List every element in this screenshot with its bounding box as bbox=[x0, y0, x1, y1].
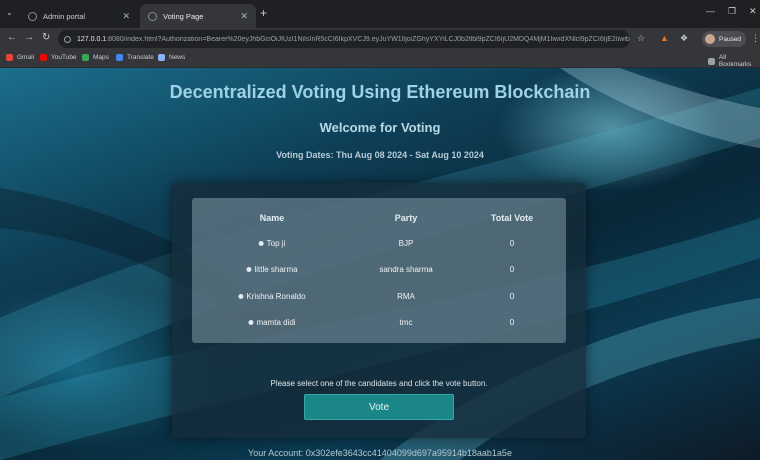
news-icon bbox=[158, 54, 165, 61]
radio-bullet-icon[interactable] bbox=[246, 267, 252, 272]
avatar bbox=[705, 34, 715, 44]
bookmark-label: News bbox=[169, 54, 186, 61]
globe-icon bbox=[28, 11, 37, 21]
back-icon[interactable]: ← bbox=[7, 32, 17, 43]
page-title: Decentralized Voting Using Ethereum Bloc… bbox=[169, 82, 591, 102]
bookmark-maps[interactable]: Maps bbox=[82, 54, 109, 61]
tab-title: Voting Page bbox=[163, 11, 204, 21]
bookmark-news[interactable]: News bbox=[158, 54, 185, 61]
forward-icon[interactable]: → bbox=[24, 32, 34, 43]
candidate-party: sandra sharma bbox=[379, 265, 433, 274]
bookmark-label: Maps bbox=[93, 54, 109, 61]
candidate-name-text: mamta didi bbox=[256, 318, 296, 327]
address-bar[interactable]: 127.0.0.1 :8080/index.html?Authorization… bbox=[58, 30, 630, 48]
close-tab-icon[interactable]: ✕ bbox=[240, 11, 248, 22]
new-tab-button[interactable]: + bbox=[260, 6, 267, 20]
close-window-icon[interactable]: ✕ bbox=[749, 6, 757, 17]
page-subtitle: Welcome for Voting bbox=[319, 120, 441, 135]
all-bookmarks-label: All Bookmarks bbox=[718, 54, 752, 68]
browser-tab-strip: ⌄ Admin portal ✕ Voting Page ✕ + — ❐ ✕ bbox=[0, 0, 760, 28]
address-host: 127.0.0.1 bbox=[77, 35, 107, 43]
candidate-name-text: Top ji bbox=[266, 239, 286, 248]
radio-bullet-icon[interactable] bbox=[258, 241, 264, 246]
metamask-extension-icon[interactable]: ▲ bbox=[660, 33, 669, 43]
reload-icon[interactable]: ↻ bbox=[42, 32, 50, 43]
bookmark-label: Translate bbox=[127, 54, 154, 61]
account-address: Your Account: 0x302efe3643cc41404099d697… bbox=[248, 448, 512, 458]
bookmark-translate[interactable]: Translate bbox=[116, 54, 154, 61]
youtube-icon bbox=[40, 54, 47, 61]
vote-button[interactable]: Vote bbox=[304, 394, 454, 420]
candidate-party: RMA bbox=[397, 292, 415, 301]
candidate-name-text: Krishna Ronaldo bbox=[246, 292, 306, 301]
radio-bullet-icon[interactable] bbox=[248, 320, 254, 325]
gmail-icon bbox=[6, 54, 13, 61]
radio-bullet-icon[interactable] bbox=[238, 294, 244, 299]
folder-icon bbox=[708, 57, 715, 65]
close-tab-icon[interactable]: ✕ bbox=[122, 11, 130, 22]
minimize-icon[interactable]: — bbox=[706, 6, 715, 16]
candidate-votes: 0 bbox=[509, 318, 515, 327]
site-info-icon[interactable] bbox=[64, 35, 71, 43]
maps-icon bbox=[82, 54, 89, 61]
column-header-name: Name bbox=[259, 213, 285, 223]
candidate-votes: 0 bbox=[509, 239, 515, 248]
candidate-name[interactable]: little sharma bbox=[246, 265, 298, 274]
voting-panel: Name Party Total Vote Top ji BJP 0 littl… bbox=[172, 183, 586, 438]
candidate-name[interactable]: Krishna Ronaldo bbox=[238, 292, 306, 301]
candidate-name[interactable]: Top ji bbox=[258, 239, 286, 248]
column-header-total-vote: Total Vote bbox=[490, 213, 534, 223]
translate-icon bbox=[116, 54, 123, 61]
candidate-name[interactable]: mamta didi bbox=[248, 318, 296, 327]
column-header-party: Party bbox=[394, 213, 418, 223]
all-bookmarks[interactable]: All Bookmarks bbox=[708, 54, 760, 68]
tab-search-icon[interactable]: ⌄ bbox=[6, 8, 13, 17]
candidate-votes: 0 bbox=[509, 292, 515, 301]
candidates-table: Name Party Total Vote Top ji BJP 0 littl… bbox=[192, 198, 566, 343]
browser-toolbar: ← → ↻ 127.0.0.1 :8080/index.html?Authori… bbox=[0, 28, 760, 50]
extensions-icon[interactable]: ❖ bbox=[680, 33, 688, 44]
restore-icon[interactable]: ❐ bbox=[728, 6, 736, 17]
bookmark-star-icon[interactable]: ☆ bbox=[637, 33, 645, 44]
candidate-party: tmc bbox=[399, 318, 413, 327]
candidate-name-text: little sharma bbox=[254, 265, 298, 274]
tab-voting-page[interactable]: Voting Page ✕ bbox=[140, 4, 256, 28]
menu-icon[interactable]: ⋮ bbox=[751, 33, 760, 44]
bookmark-gmail[interactable]: Gmail bbox=[6, 54, 34, 61]
tab-title: Admin portal bbox=[43, 11, 86, 21]
address-path: :8080/index.html?Authorization=Bearer%20… bbox=[106, 35, 630, 43]
voting-dates: Voting Dates: Thu Aug 08 2024 - Sat Aug … bbox=[276, 150, 484, 160]
candidate-votes: 0 bbox=[509, 265, 515, 274]
bookmark-youtube[interactable]: YouTube bbox=[40, 54, 77, 61]
bookmarks-bar: Gmail YouTube Maps Translate News All Bo… bbox=[0, 50, 760, 68]
candidate-party: BJP bbox=[398, 239, 414, 248]
profile-button[interactable]: Paused bbox=[702, 31, 746, 47]
voting-page: Decentralized Voting Using Ethereum Bloc… bbox=[0, 68, 760, 460]
profile-label: Paused bbox=[719, 35, 742, 43]
bookmark-label: Gmail bbox=[17, 54, 34, 61]
globe-icon bbox=[148, 11, 157, 21]
vote-instruction: Please select one of the candidates and … bbox=[270, 379, 488, 388]
tab-admin-portal[interactable]: Admin portal ✕ bbox=[20, 4, 138, 28]
bookmark-label: YouTube bbox=[51, 54, 77, 61]
